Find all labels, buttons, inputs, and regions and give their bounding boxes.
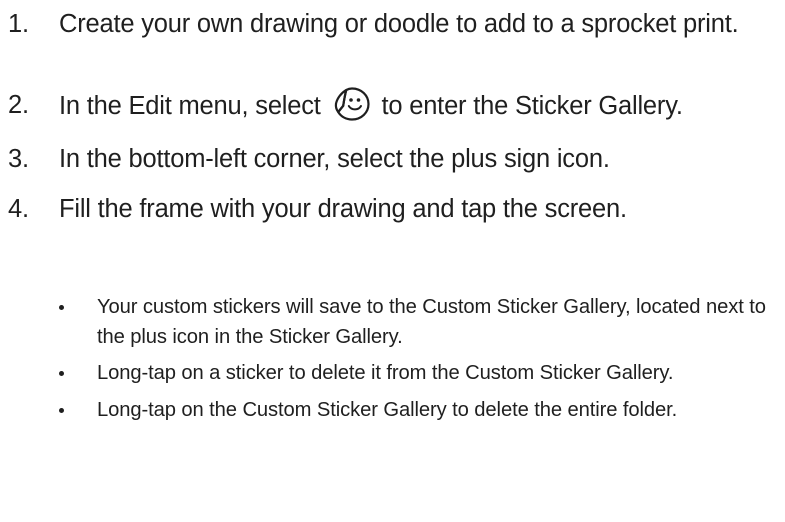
step-number: 3.: [8, 145, 29, 173]
step-text: In the Edit menu, select to enter the St…: [59, 85, 778, 126]
step-text: Create your own drawing or doodle to add…: [59, 10, 739, 38]
step-number: 4.: [8, 195, 29, 223]
step-number: 2.: [8, 91, 29, 119]
list-item: Long-tap on a sticker to delete it from …: [58, 359, 780, 389]
step-text-after: to enter the Sticker Gallery.: [374, 92, 683, 120]
step-number: 1.: [8, 10, 29, 38]
sticker-icon: [334, 87, 370, 121]
step-4: 4. Fill the frame with your drawing and …: [8, 189, 778, 229]
bullet-text: Long-tap on the Custom Sticker Gallery t…: [97, 398, 678, 421]
bullet-icon: [59, 407, 64, 413]
step-3: 3. In the bottom-left corner, select the…: [8, 139, 778, 179]
bullet-icon: [59, 371, 64, 376]
bullet-text: Long-tap on a sticker to delete it from …: [97, 362, 674, 384]
step-text-before: In the Edit menu, select: [59, 92, 328, 120]
step-1: 1. Create your own drawing or doodle to …: [8, 4, 778, 44]
bullet-icon: [59, 305, 64, 310]
bullet-text: Your custom stickers will save to the Cu…: [97, 296, 766, 348]
bullet-list: Your custom stickers will save to the Cu…: [58, 293, 780, 432]
step-text: In the bottom-left corner, select the pl…: [59, 145, 610, 173]
list-item: Your custom stickers will save to the Cu…: [58, 293, 780, 352]
instructions-document: 1. Create your own drawing or doodle to …: [0, 0, 785, 522]
list-item: Long-tap on the Custom Sticker Gallery t…: [58, 396, 780, 426]
step-text: Fill the frame with your drawing and tap…: [59, 195, 627, 223]
step-2: 2. In the Edit menu, select to enter the…: [8, 85, 778, 126]
